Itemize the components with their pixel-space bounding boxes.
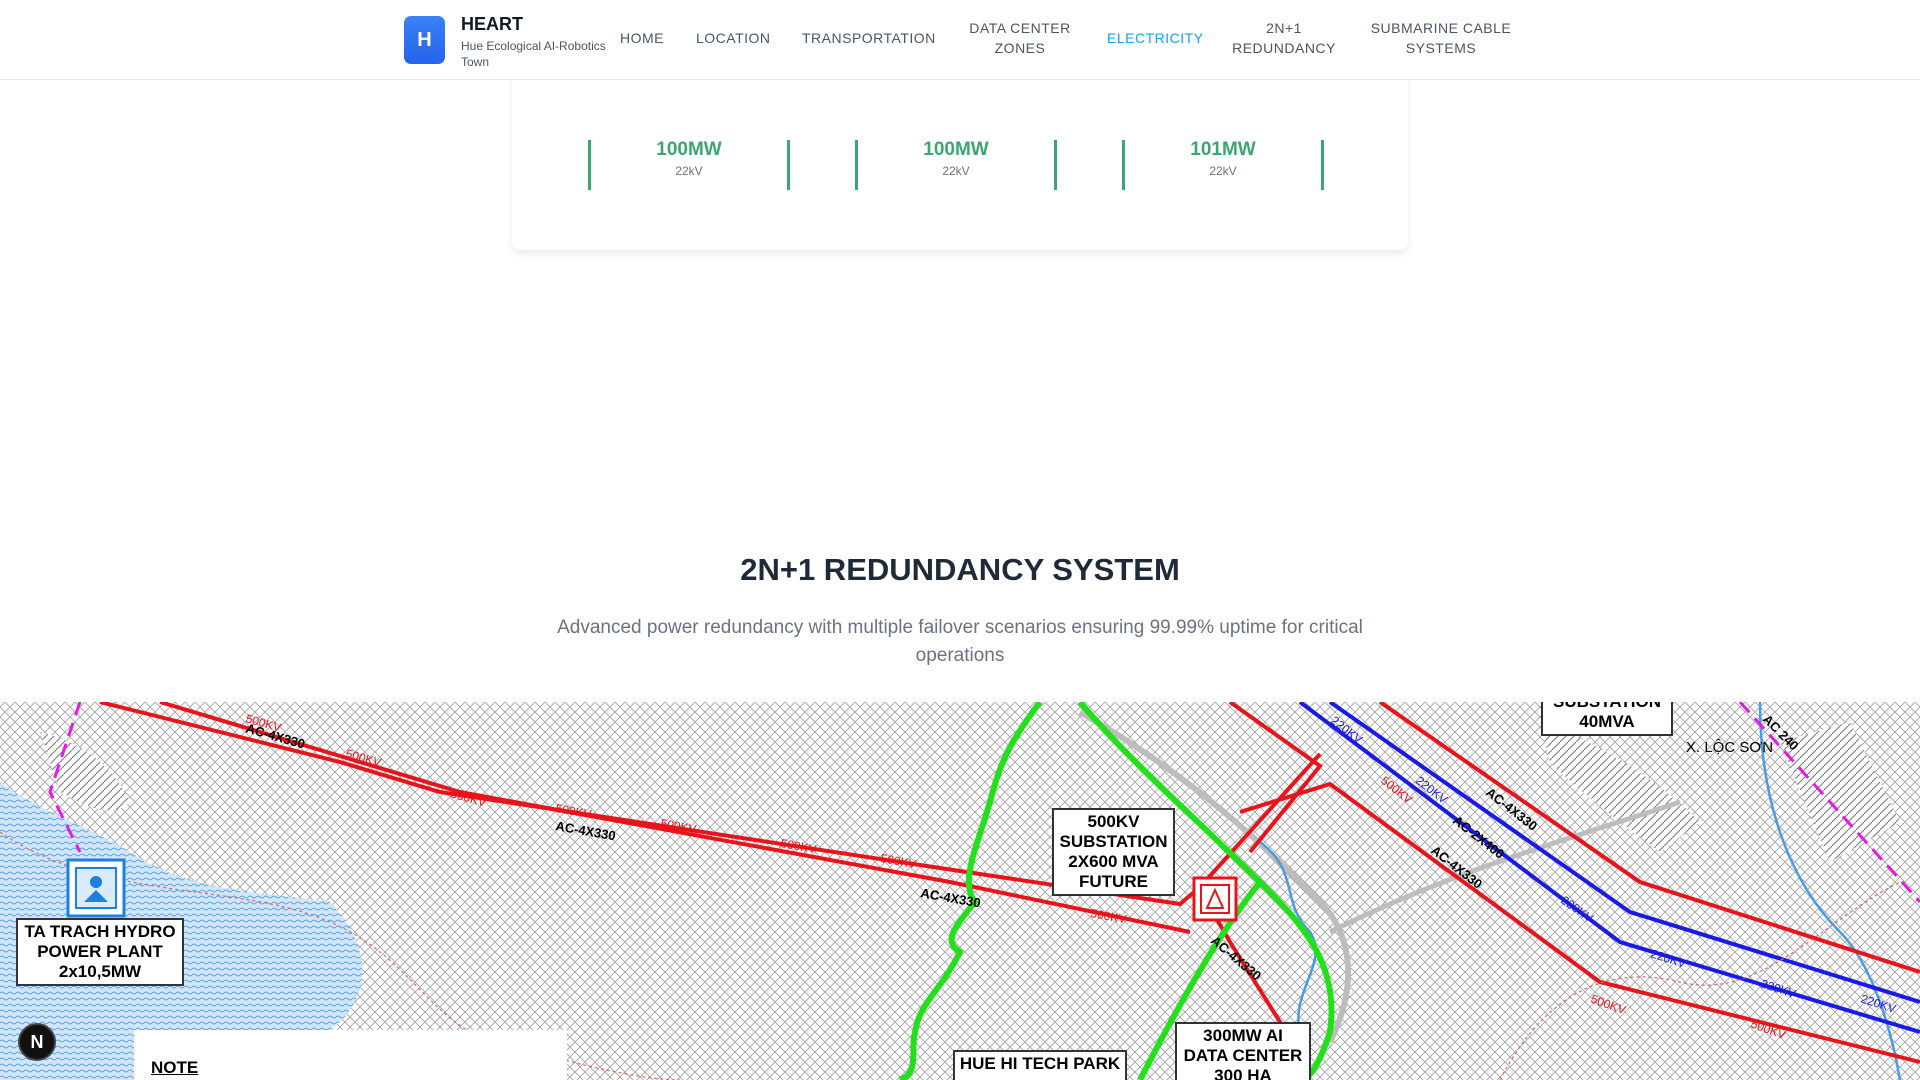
datacenter-label: 300MW AI DATA CENTER 300 HA	[1175, 1022, 1311, 1080]
top-navbar: H HEART Hue Ecological AI-Robotics Town …	[0, 0, 1920, 80]
nav-submarine-cable-systems[interactable]: SUBMARINE CABLE SYSTEMS	[1366, 18, 1516, 58]
bay-voltage: 22kV	[1209, 164, 1237, 178]
nav-electricity[interactable]: ELECTRICITY	[1107, 28, 1204, 48]
nav-location[interactable]: LOCATION	[696, 28, 771, 48]
hydro-plant-icon	[66, 858, 126, 918]
section-title: 2N+1 REDUNDANCY SYSTEM	[740, 552, 1180, 587]
bay-voltage: 22kV	[675, 164, 703, 178]
nav-transportation[interactable]: TRANSPORTATION	[802, 28, 936, 48]
nav-home[interactable]: HOME	[620, 28, 664, 48]
brand-title[interactable]: HEART	[461, 14, 523, 35]
bay-power: 100MW	[923, 139, 989, 160]
substation-symbol	[1192, 876, 1238, 922]
bay-power: 101MW	[1190, 139, 1256, 160]
note-title: NOTE	[151, 1058, 199, 1077]
map-drawing: AC-4X330 AC-4X330 AC-4X330 AC-4X330 AC-4…	[0, 702, 1920, 1080]
hitech-park-label: HUE HI TECH PARK	[953, 1050, 1127, 1080]
section-subtitle: Advanced power redundancy with multiple …	[557, 617, 1363, 666]
map-note: NOTE	[134, 1030, 567, 1080]
power-grid-map[interactable]: AC-4X330 AC-4X330 AC-4X330 AC-4X330 AC-4…	[0, 702, 1920, 1080]
capacity-card: 100MW 22kV 100MW 22kV 101MW 22kV	[512, 60, 1408, 250]
bay-voltage: 22kV	[942, 164, 970, 178]
bay-power: 100MW	[656, 139, 722, 160]
hydro-plant-label: TA TRACH HYDRO POWER PLANT 2x10,5MW	[16, 918, 184, 986]
nav-data-center-zones[interactable]: DATA CENTER ZONES	[960, 18, 1080, 58]
substation-500-label: 500KV SUBSTATION 2X600 MVA FUTURE	[1052, 808, 1175, 896]
power-bay: 100MW 22kV	[855, 140, 1057, 190]
logo-icon[interactable]: H	[404, 16, 445, 64]
power-bay: 101MW 22kV	[1122, 140, 1324, 190]
power-bay: 100MW 22kV	[588, 140, 790, 190]
next-badge-icon[interactable]: N	[18, 1023, 56, 1061]
place-label: X. LỘC SƠN	[1686, 739, 1773, 756]
brand-subtitle: Hue Ecological AI-Robotics Town	[461, 39, 606, 69]
nav-2n1-redundancy[interactable]: 2N+1 REDUNDANCY	[1222, 18, 1346, 58]
substation-40-label: SUBSTATION 40MVA	[1541, 702, 1673, 736]
